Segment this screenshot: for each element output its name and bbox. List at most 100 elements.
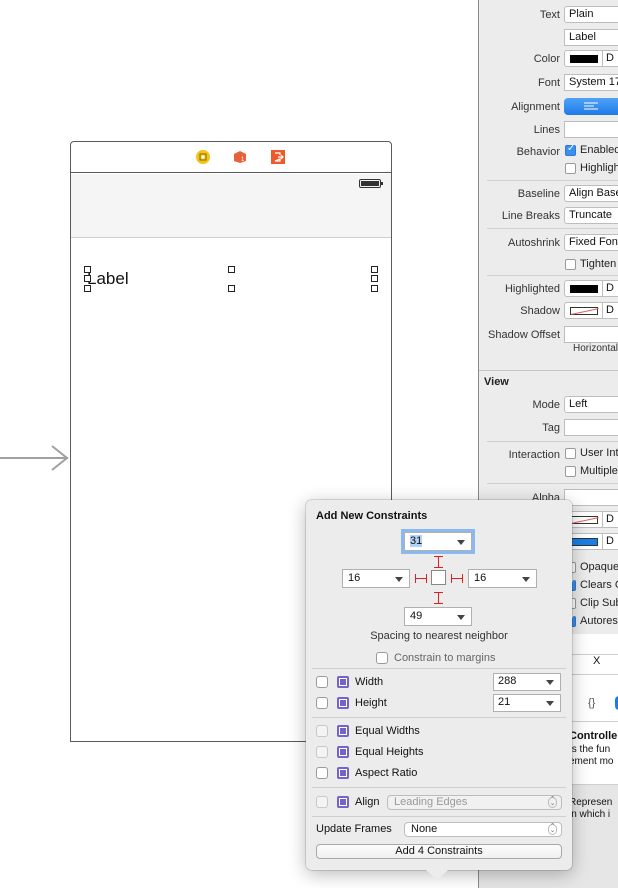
text-row: Text Plain [479,6,618,24]
update-frames-popup[interactable]: None ⌃ ⌄ [404,822,562,837]
enabled-checkbox[interactable] [565,143,576,156]
scene-dock: 1 [71,142,391,173]
top-constraint-strut-icon[interactable] [434,556,443,568]
stepper-arrows-icon: ⌃ ⌄ [548,823,557,835]
equal-heights-label: Equal Heights [355,746,424,758]
view-controller-icon[interactable] [196,150,210,164]
width-checkbox[interactable] [316,676,328,688]
text-label: Text [539,9,560,21]
tighten-checkbox[interactable] [565,259,576,270]
align-popup[interactable]: Leading Edges ⌃ ⌄ [387,795,562,810]
constrain-margins-checkbox[interactable] [376,652,388,664]
label-element[interactable]: Label [87,269,129,289]
dropdown-arrow-icon[interactable] [395,577,403,582]
tag-label: Tag [542,422,560,434]
trailing-spacing-value[interactable]: 16 [474,572,486,584]
leading-constraint-strut-icon[interactable] [415,574,427,583]
resize-handle[interactable] [371,285,378,292]
dropdown-arrow-icon[interactable] [457,540,465,545]
user-interaction-label: User Interaction Enabled [580,447,618,459]
shadow-color-well[interactable]: D [564,302,618,319]
trailing-spacing-combo[interactable]: 16 [468,569,537,588]
font-field[interactable]: System 17 [564,74,618,91]
width-value-combo[interactable]: 288 [493,673,561,691]
align-icon [337,796,349,808]
highlighted-color-well[interactable]: D [564,280,618,297]
shadow-row: Shadow D [479,302,618,320]
height-value[interactable]: 21 [498,696,510,708]
library-item-desc: ts the fun [569,744,611,755]
equal-widths-checkbox[interactable] [316,725,328,737]
text-type-popup[interactable]: Plain [564,6,618,23]
highlighted-color-row: Highlighted D [479,280,618,298]
trailing-constraint-strut-icon[interactable] [451,574,463,583]
tint-color-value: D [606,535,614,547]
background-color-well[interactable]: D [564,511,618,528]
align-checkbox[interactable] [316,796,328,808]
align-left-icon [584,102,598,110]
first-responder-icon[interactable]: 1 [233,150,247,164]
tag-field[interactable] [564,419,618,436]
bottom-constraint-strut-icon[interactable] [434,592,443,604]
exit-icon[interactable] [271,150,285,164]
alpha-field[interactable] [564,489,618,506]
resize-handle[interactable] [84,275,91,282]
add-constraints-button[interactable]: Add 4 Constraints [316,844,562,859]
bottom-spacing-combo[interactable]: 49 [404,607,472,626]
dropdown-arrow-icon[interactable] [546,701,554,706]
dropdown-arrow-icon[interactable] [522,577,530,582]
dropdown-arrow-icon[interactable] [546,680,554,685]
resize-handle[interactable] [371,266,378,273]
resize-handle[interactable] [84,285,91,292]
resize-handle[interactable] [228,285,235,292]
height-checkbox[interactable] [316,697,328,709]
mode-popup[interactable]: Left [564,396,618,413]
spacing-caption: Spacing to nearest neighbor [370,630,508,642]
highlighted-checkbox[interactable] [565,163,576,174]
color-swatch [570,55,598,63]
bottom-spacing-value[interactable]: 49 [410,610,422,622]
close-tab-x[interactable]: X [593,655,600,667]
color-label: Color [533,53,560,65]
dropdown-arrow-icon[interactable] [457,615,465,620]
behavior-label: Behavior [516,146,560,158]
height-constraint-icon [337,697,349,709]
alignment-label: Alignment [511,101,560,113]
tint-color-well[interactable]: D [564,533,618,550]
tag-row: Tag [479,419,618,437]
mode-label: Mode [532,399,560,411]
text-value-row: Label [479,29,618,47]
resize-handle[interactable] [371,275,378,282]
code-snippet-tab-icon[interactable]: {} [588,697,595,709]
autoresize-label: Autoresize Subviews [580,615,618,627]
add-constraints-popover: Add New Constraints 31 16 16 49 Spacing … [306,500,572,880]
resize-handle[interactable] [84,266,91,273]
text-value-field[interactable]: Label [564,29,618,46]
multiple-touch-checkbox[interactable] [565,466,576,477]
width-value[interactable]: 288 [498,675,516,687]
top-spacing-value[interactable]: 31 [410,535,423,547]
leading-spacing-combo[interactable]: 16 [342,569,410,588]
baseline-popup[interactable]: Align Baselines [564,185,618,202]
align-label: Align [355,796,380,808]
alignment-segmented-control[interactable] [564,98,618,115]
equal-heights-checkbox[interactable] [316,746,328,758]
description-text: in which i [569,809,611,820]
autoshrink-popup[interactable]: Fixed Font [564,234,618,251]
height-value-combo[interactable]: 21 [493,694,561,712]
enabled-label: Enabled [580,144,618,156]
line-breaks-popup[interactable]: Truncate [564,207,618,224]
shadow-offset-field[interactable] [564,326,618,343]
aspect-ratio-checkbox[interactable] [316,767,328,779]
color-well[interactable]: D [564,50,618,67]
align-value: Leading Edges [394,796,468,808]
resize-handle[interactable] [228,266,235,273]
font-row: Font System 17 [479,74,618,92]
leading-spacing-value[interactable]: 16 [348,572,360,584]
lines-field[interactable] [564,121,618,138]
top-spacing-combo[interactable]: 31 [404,532,472,551]
user-interaction-checkbox[interactable] [565,448,576,459]
multiple-touch-row: Multiple Touch [479,464,618,482]
status-bar-area [71,174,391,238]
interaction-label: Interaction [508,449,560,461]
